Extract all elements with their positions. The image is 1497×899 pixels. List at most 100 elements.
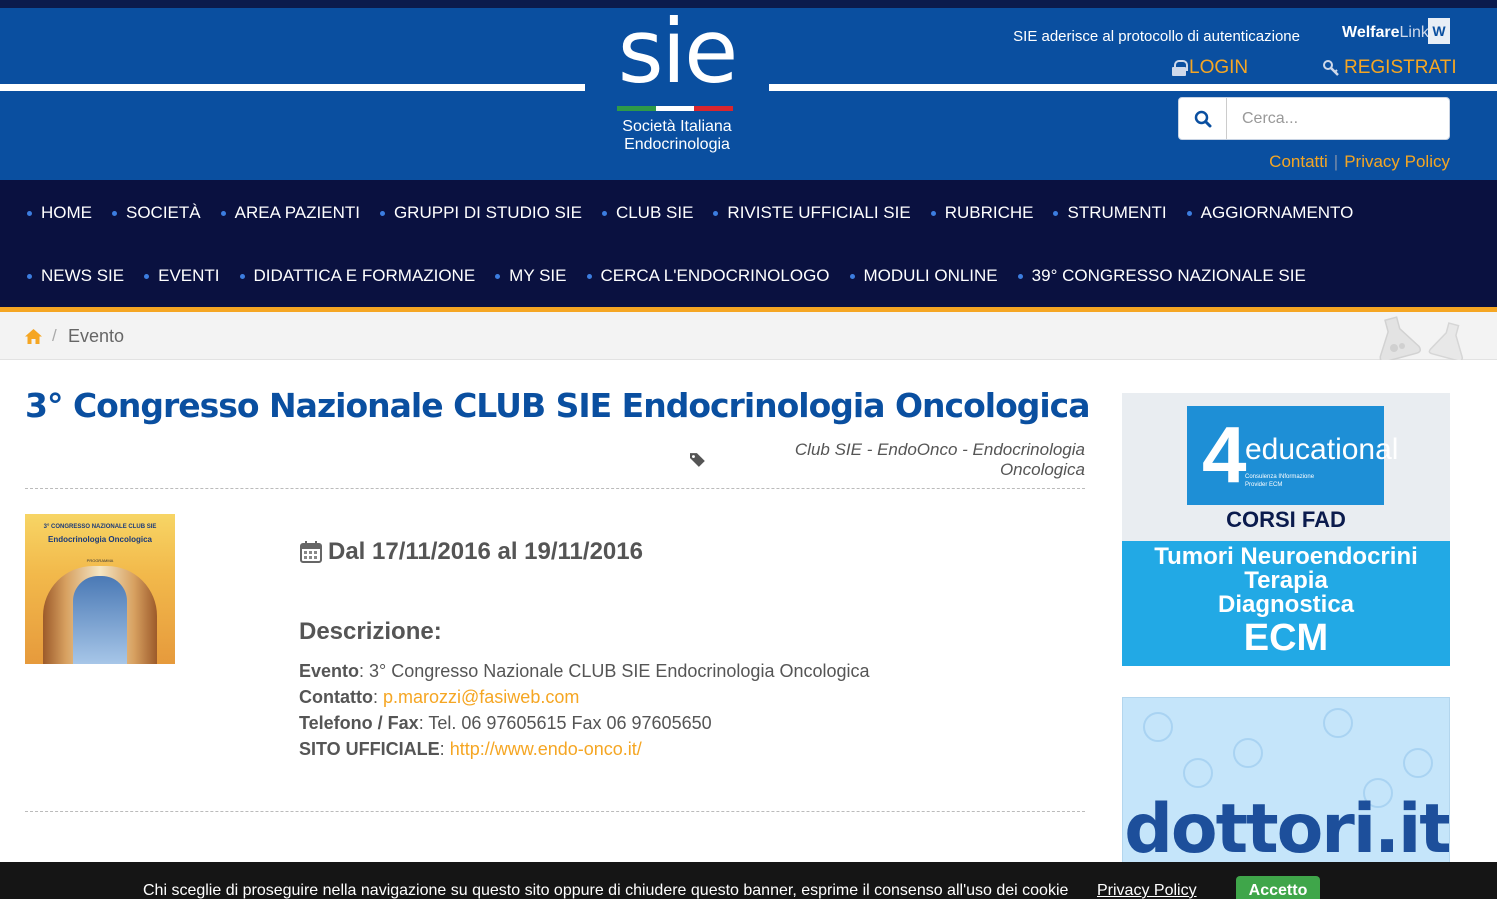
ad-4educational-banner[interactable]: 4 educational Consulenza INformazione Pro… <box>1122 393 1450 666</box>
search-button[interactable] <box>1179 98 1227 139</box>
poster-title-line2: Endocrinologia Oncologica <box>47 535 152 544</box>
ad-dottori-banner[interactable]: dottori.it <box>1122 697 1450 863</box>
ad1-number: 4 <box>1202 410 1247 499</box>
welfarelink-logo[interactable]: WelfareLink W <box>1342 18 1450 48</box>
nav-item-societa[interactable]: SOCIETÀ <box>112 202 201 224</box>
breadcrumb-separator: / <box>52 326 57 345</box>
nav-label: MY SIE <box>509 266 567 285</box>
description-body: Evento: 3° Congresso Nazionale CLUB SIE … <box>299 658 870 762</box>
bullet-icon <box>112 210 117 216</box>
event-poster-image[interactable]: 3° CONGRESSO NAZIONALE CLUB SIE Endocrin… <box>25 514 175 664</box>
link-separator: | <box>1333 152 1339 171</box>
lock-icon <box>1172 60 1188 76</box>
privacy-policy-link[interactable]: Privacy Policy <box>1344 152 1450 171</box>
flag-white <box>655 106 695 111</box>
nav-item-home[interactable]: HOME <box>27 202 92 224</box>
key-icon <box>1322 59 1340 77</box>
bullet-icon <box>713 210 719 216</box>
nav-item-aggiornamento[interactable]: AGGIORNAMENTO <box>1186 202 1353 224</box>
event-date: Dal 17/11/2016 al 19/11/2016 <box>299 538 643 566</box>
nav-label: GRUPPI DI STUDIO SIE <box>393 203 582 222</box>
contatti-link[interactable]: Contatti <box>1269 152 1328 171</box>
official-site-link[interactable]: http://www.endo-onco.it/ <box>450 739 642 759</box>
search-input[interactable] <box>1227 98 1449 139</box>
dottori-logo-text: dottori.it <box>1124 790 1450 863</box>
search-box <box>1178 97 1450 140</box>
nav-item-club-sie[interactable]: CLUB SIE <box>601 202 694 224</box>
nav-item-my-sie[interactable]: MY SIE <box>495 265 567 287</box>
poster-title-line1: 3° CONGRESSO NAZIONALE CLUB SIE <box>43 524 157 530</box>
tag-icon <box>690 453 705 467</box>
welfarelink-label: WelfareLink <box>1342 24 1429 42</box>
desc-evento-label: Evento <box>299 661 360 681</box>
logo-subtitle-1: Società Italiana <box>622 118 732 135</box>
sie-logo[interactable]: sie Società Italiana Endocrinologia <box>585 0 769 172</box>
desc-sito-row: SITO UFFICIALE: http://www.endo-onco.it/ <box>299 739 642 759</box>
cookie-text: Chi sceglie di proseguire nella navigazi… <box>143 882 1069 899</box>
nav-label: AREA PAZIENTI <box>234 203 360 222</box>
logo-flag-stripe <box>617 106 734 111</box>
nav-item-didattica[interactable]: DIDATTICA E FORMAZIONE <box>239 265 476 287</box>
nav-label: CLUB SIE <box>615 203 694 222</box>
welfare-brand-b: Link <box>1399 24 1429 41</box>
bullet-icon <box>220 210 226 216</box>
ad1-sub-line1: Consulenza INformazione <box>1245 474 1315 480</box>
bullet-icon <box>495 273 501 279</box>
main-navigation <box>0 180 1497 307</box>
nav-label: 39° CONGRESSO NAZIONALE SIE <box>1031 266 1306 285</box>
nav-item-riviste[interactable]: RIVISTE UFFICIALI SIE <box>713 202 911 224</box>
ad1-line-4: ECM <box>1243 617 1329 659</box>
bullet-icon <box>27 273 32 279</box>
nav-item-area-pazienti[interactable]: AREA PAZIENTI <box>220 202 360 224</box>
event-tag[interactable]: Club SIE - EndoOnco - Endocrinologia Onc… <box>690 440 1085 480</box>
home-icon[interactable] <box>25 329 42 344</box>
header-stripe-left <box>0 84 585 91</box>
bullet-icon <box>379 210 385 216</box>
nav-item-moduli-online[interactable]: MODULI ONLINE <box>849 265 998 287</box>
welfarelink-mark-icon: W <box>1428 18 1450 44</box>
desc-sito-label: SITO UFFICIALE <box>299 739 440 759</box>
bullet-icon <box>239 273 245 279</box>
bullet-icon <box>586 273 592 279</box>
ad1-sub-line2: Provider ECM <box>1245 482 1283 488</box>
register-label: REGISTRATI <box>1344 57 1457 78</box>
header-stripe-right <box>769 84 1497 91</box>
doodle-circle-icon <box>1183 758 1213 788</box>
nav-item-news-sie[interactable]: NEWS SIE <box>27 265 124 287</box>
nav-item-eventi[interactable]: EVENTI <box>144 265 220 287</box>
ad1-brand: educational <box>1245 433 1399 466</box>
cookie-accept-button[interactable]: Accetto <box>1236 876 1320 899</box>
nav-label: DIDATTICA E FORMAZIONE <box>253 266 476 285</box>
flag-green <box>617 106 656 111</box>
desc-contatto-row: Contatto: p.marozzi@fasiweb.com <box>299 687 580 707</box>
logo-subtitle-2: Endocrinologia <box>624 136 730 153</box>
calendar-icon <box>300 541 322 563</box>
nav-label: HOME <box>41 203 92 222</box>
bullet-icon <box>1017 273 1023 279</box>
nav-label: RUBRICHE <box>944 203 1034 222</box>
cookie-privacy-link[interactable]: Privacy Policy <box>1097 882 1197 899</box>
doodle-circle-icon <box>1233 738 1263 768</box>
doodle-circle-icon <box>1143 712 1173 742</box>
bullet-icon <box>27 210 32 216</box>
contact-email-link[interactable]: p.marozzi@fasiweb.com <box>383 687 579 707</box>
desc-telefono-row: Telefono / Fax: Tel. 06 97605615 Fax 06 … <box>299 713 712 733</box>
poster-program-label: PROGRAMMA <box>86 558 114 563</box>
ad1-corsi-fad: CORSI FAD <box>1226 507 1346 532</box>
nav-item-congresso[interactable]: 39° CONGRESSO NAZIONALE SIE <box>1017 265 1306 287</box>
nav-label: MODULI ONLINE <box>863 266 998 285</box>
nav-item-cerca-endocrinologo[interactable]: CERCA L'ENDOCRINOLOGO <box>586 265 830 287</box>
bullet-icon <box>1186 210 1192 216</box>
description-heading: Descrizione: <box>299 618 442 645</box>
bullet-icon <box>849 273 855 279</box>
nav-item-strumenti[interactable]: STRUMENTI <box>1053 202 1167 224</box>
register-link[interactable]: REGISTRATI <box>1322 57 1457 79</box>
logo-text: sie <box>617 0 738 103</box>
nav-item-gruppi-di-studio[interactable]: GRUPPI DI STUDIO SIE <box>379 202 582 224</box>
nav-item-rubriche[interactable]: RUBRICHE <box>930 202 1034 224</box>
desc-telefono-label: Telefono / Fax <box>299 713 419 733</box>
breadcrumb: / Evento <box>0 312 1497 360</box>
poster-sky-art <box>73 576 127 664</box>
nav-row-1: HOME SOCIETÀ AREA PAZIENTI GRUPPI DI STU… <box>27 202 1373 224</box>
login-link[interactable]: LOGIN <box>1172 57 1248 79</box>
